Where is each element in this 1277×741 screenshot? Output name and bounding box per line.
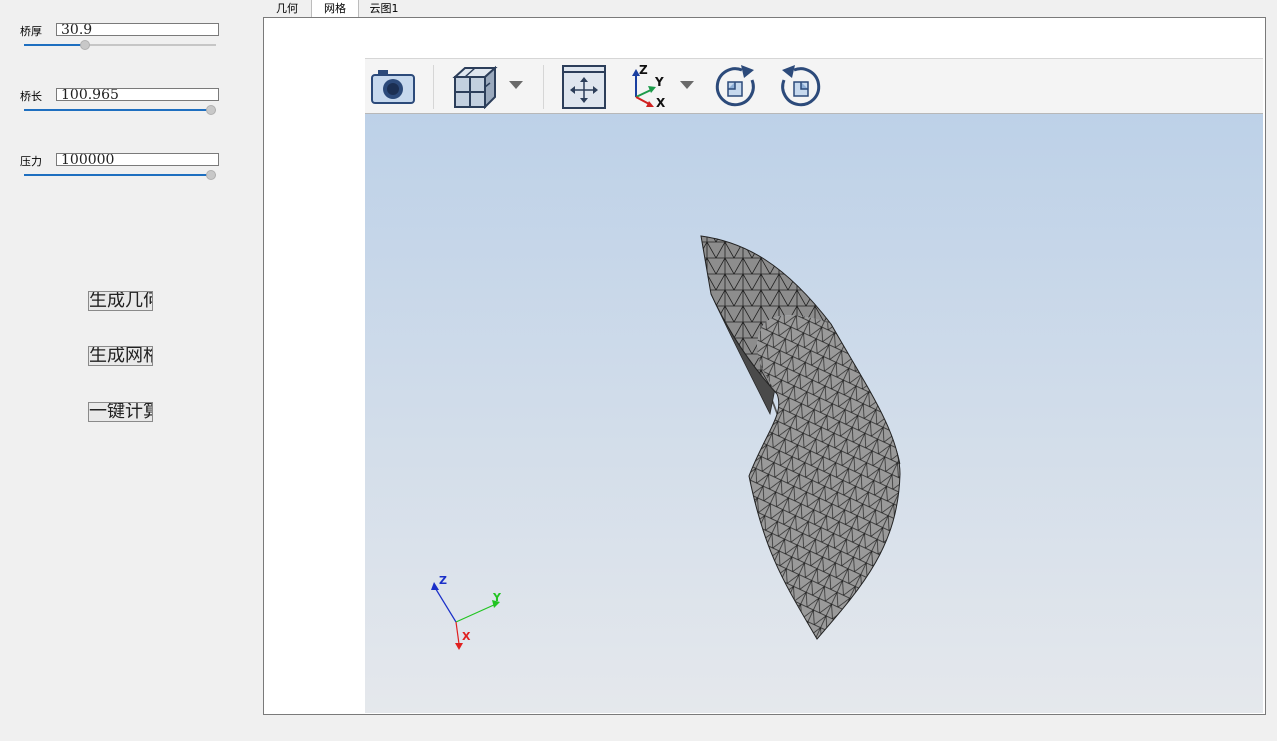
tab-contour-1[interactable]: 云图1 <box>359 0 409 17</box>
camera-icon[interactable] <box>370 67 416 107</box>
render-viewport[interactable]: Z Y X <box>365 114 1263 713</box>
view-toolbar: Z Y X <box>365 58 1263 114</box>
view-cube-icon[interactable] <box>451 65 499 109</box>
axis-x-label: X <box>462 630 471 643</box>
generate-mesh-button[interactable]: 生成网格 <box>88 346 153 366</box>
mesh-view: Z Y X <box>431 235 901 650</box>
tab-geometry[interactable]: 几何 <box>264 0 310 17</box>
rotate-counterclockwise-icon[interactable] <box>776 64 822 110</box>
pressure-slider[interactable] <box>24 170 216 180</box>
axis-y-label: Y <box>492 591 502 604</box>
axes-triad: Z Y X <box>431 574 502 650</box>
one-click-compute-button[interactable]: 一键计算 <box>88 402 153 422</box>
rotate-clockwise-icon[interactable] <box>714 64 760 110</box>
bridge-mesh <box>700 235 901 640</box>
dropdown-arrow-icon[interactable] <box>680 81 694 90</box>
dropdown-arrow-icon[interactable] <box>509 81 523 90</box>
slider-thumb[interactable] <box>80 40 91 50</box>
length-slider[interactable] <box>24 105 216 115</box>
length-label: 桥长 <box>20 90 42 103</box>
thickness-input[interactable]: 30.9 <box>56 23 219 36</box>
slider-thumb[interactable] <box>206 105 216 115</box>
svg-text:Y: Y <box>654 75 664 89</box>
generate-geometry-button[interactable]: 生成几何 <box>88 291 153 311</box>
thickness-slider[interactable] <box>24 40 216 50</box>
pressure-label: 压力 <box>20 155 42 168</box>
fit-view-icon[interactable] <box>561 64 607 110</box>
axis-z-label: Z <box>439 574 447 587</box>
svg-text:X: X <box>656 96 666 109</box>
slider-thumb[interactable] <box>206 170 216 180</box>
pressure-input[interactable]: 100000 <box>56 153 219 166</box>
length-input[interactable]: 100.965 <box>56 88 219 101</box>
svg-text:Z: Z <box>639 63 648 77</box>
axes-orientation-icon[interactable]: Z Y X <box>627 63 667 109</box>
thickness-label: 桥厚 <box>20 25 42 38</box>
